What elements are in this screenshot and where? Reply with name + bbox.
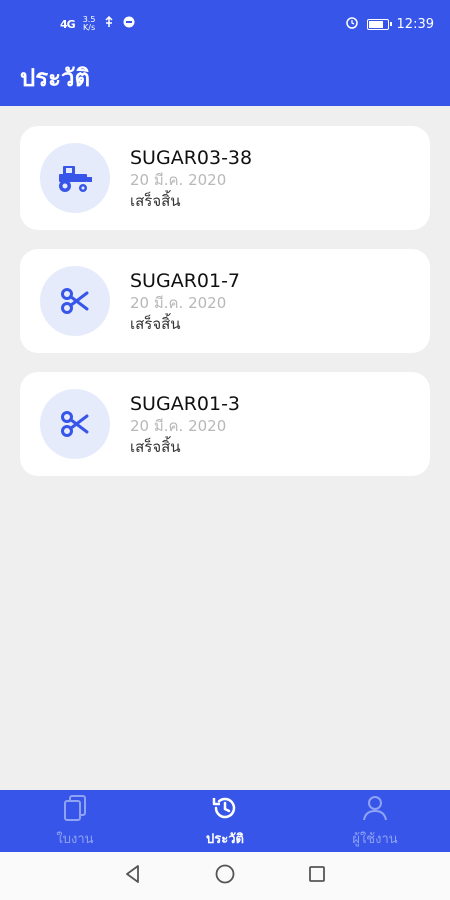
signal-indicator: 4G <box>60 17 76 31</box>
alarm-icon <box>345 15 359 33</box>
tractor-icon <box>40 143 110 213</box>
history-card[interactable]: SUGAR03-38 20 มี.ค. 2020 เสร็จสิ้น <box>20 126 430 230</box>
home-button[interactable] <box>214 863 236 889</box>
card-texts: SUGAR03-38 20 มี.ค. 2020 เสร็จสิ้น <box>130 146 252 211</box>
user-icon <box>361 794 389 826</box>
system-nav-bar <box>0 852 450 900</box>
status-bar: 4G 3.5 K/s 12:39 <box>0 0 450 48</box>
history-card[interactable]: SUGAR01-7 20 มี.ค. 2020 เสร็จสิ้น <box>20 249 430 353</box>
nav-item-history[interactable]: ประวัติ <box>150 790 300 852</box>
app-bar: ประวัติ <box>0 48 450 106</box>
card-status: เสร็จสิ้น <box>130 314 181 333</box>
nav-item-user[interactable]: ผู้ใช้งาน <box>300 790 450 852</box>
battery-icon <box>366 18 392 30</box>
do-not-disturb-icon <box>123 16 135 32</box>
history-icon <box>211 794 239 826</box>
status-right: 12:39 <box>345 15 434 33</box>
nav-item-jobs[interactable]: ใบงาน <box>0 790 150 852</box>
usb-icon <box>103 15 115 32</box>
card-date: 20 มี.ค. 2020 <box>130 416 227 435</box>
nav-label: ใบงาน <box>56 831 94 847</box>
card-title: SUGAR01-3 <box>130 392 241 415</box>
card-status: เสร็จสิ้น <box>130 191 181 210</box>
history-list: SUGAR03-38 20 มี.ค. 2020 เสร็จสิ้น SUGAR… <box>0 106 450 790</box>
bottom-nav: ใบงาน ประวัติ ผู้ใช้งาน <box>0 790 450 852</box>
speed-unit: K/s <box>83 23 96 32</box>
nav-label: ผู้ใช้งาน <box>352 831 398 847</box>
card-texts: SUGAR01-7 20 มี.ค. 2020 เสร็จสิ้น <box>130 269 240 334</box>
scissors-icon <box>40 389 110 459</box>
card-title: SUGAR03-38 <box>130 146 253 169</box>
card-date: 20 มี.ค. 2020 <box>130 170 227 189</box>
network-speed: 3.5 K/s <box>83 16 96 32</box>
nav-label: ประวัติ <box>206 831 244 847</box>
scissors-icon <box>40 266 110 336</box>
documents-icon <box>61 794 89 826</box>
back-button[interactable] <box>122 863 144 889</box>
recents-button[interactable] <box>306 863 328 889</box>
status-left: 4G 3.5 K/s <box>60 16 135 32</box>
history-card[interactable]: SUGAR01-3 20 มี.ค. 2020 เสร็จสิ้น <box>20 372 430 476</box>
card-texts: SUGAR01-3 20 มี.ค. 2020 เสร็จสิ้น <box>130 392 240 457</box>
card-title: SUGAR01-7 <box>130 269 241 292</box>
clock: 12:39 <box>396 16 434 32</box>
card-status: เสร็จสิ้น <box>130 437 181 456</box>
card-date: 20 มี.ค. 2020 <box>130 293 227 312</box>
page-title: ประวัติ <box>20 63 91 92</box>
